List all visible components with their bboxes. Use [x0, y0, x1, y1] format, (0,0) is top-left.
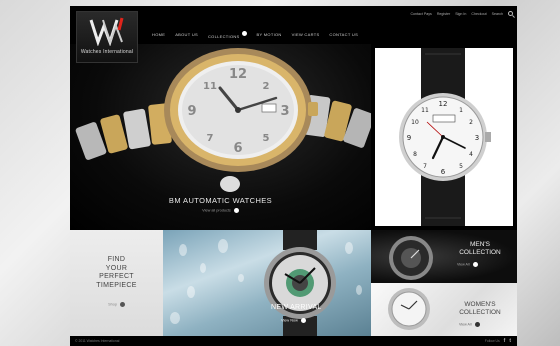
svg-text:6: 6: [441, 168, 446, 176]
find-line-1: FIND: [107, 256, 126, 263]
mens-view-all[interactable]: View All: [457, 262, 478, 267]
svg-text:9: 9: [407, 134, 411, 142]
footer: © 2011 Watches International Follow Us f…: [70, 336, 517, 346]
svg-text:5: 5: [459, 163, 463, 170]
tile-womens-collection[interactable]: WOMEN'S COLLECTION View All: [371, 283, 517, 336]
mens-title: MEN'S COLLECTION: [447, 241, 513, 257]
svg-text:9: 9: [187, 104, 196, 119]
womens-title: WOMEN'S COLLECTION: [447, 301, 513, 317]
logo-mark-icon: [89, 17, 124, 46]
mens-link-label: View All: [457, 262, 470, 267]
nav-item-contact-us[interactable]: CONTACT US: [329, 32, 358, 37]
hero-title: BM AUTOMATIC WATCHES: [168, 196, 273, 205]
find-line-4: TIMEPIECE: [96, 281, 137, 289]
svg-text:2: 2: [469, 119, 473, 126]
svg-text:3: 3: [475, 134, 479, 142]
womens-link-label: View All: [459, 322, 472, 327]
facebook-icon[interactable]: f: [504, 338, 506, 344]
hero-link-label: View all products: [202, 208, 231, 213]
mens-watch-image: [389, 236, 433, 280]
womens-view-all[interactable]: View All: [459, 322, 480, 327]
logo-text: Watches International: [80, 49, 134, 55]
womens-watch-image: [388, 288, 430, 330]
womens-arrow-icon[interactable]: [474, 322, 480, 327]
svg-text:8: 8: [413, 151, 417, 158]
featured-product[interactable]: 12 3 6 9 1 2 4 5 7 8 10 11: [371, 44, 517, 230]
mens-arrow-icon[interactable]: [472, 262, 478, 267]
hero-watch-image: 12 3 6 9 2 11 5 7: [75, 48, 371, 192]
follow-label: Follow Us: [484, 339, 500, 343]
find-line-3: PERFECT: [99, 273, 134, 280]
collections-dropdown-icon[interactable]: [241, 31, 247, 37]
utility-links: Contact Pays Register Sign In Checkout S…: [410, 11, 513, 16]
follow-us: Follow Us f t: [485, 338, 511, 344]
copyright: © 2011 Watches International: [75, 339, 120, 343]
arrival-link-label: View Now: [281, 318, 298, 323]
util-sign-in[interactable]: Sign In: [455, 12, 466, 16]
find-link-label: Shop: [108, 302, 117, 307]
svg-text:12: 12: [229, 67, 247, 82]
util-register[interactable]: Register: [437, 12, 450, 16]
tile-mens-collection[interactable]: MEN'S COLLECTION View All: [371, 230, 517, 283]
util-search[interactable]: Search: [492, 12, 503, 16]
nav-item-collections[interactable]: COLLECTIONS: [208, 34, 240, 39]
svg-text:11: 11: [421, 107, 429, 114]
find-arrow-icon[interactable]: [119, 302, 125, 307]
nav-item-by-motion[interactable]: BY MOTION: [257, 32, 282, 37]
svg-text:6: 6: [233, 141, 242, 156]
svg-text:12: 12: [439, 100, 448, 108]
header: Watches International HOME ABOUT US COLL…: [70, 6, 517, 63]
svg-text:11: 11: [203, 81, 217, 92]
svg-text:7: 7: [207, 133, 214, 144]
hero-banner[interactable]: 12 3 6 9 2 11 5 7 BM AUTOMATIC WATCHES V…: [70, 44, 371, 230]
page: Watches International HOME ABOUT US COLL…: [70, 6, 517, 346]
nav-item-about-us[interactable]: ABOUT US: [175, 32, 198, 37]
nav-item-collections-wrap: COLLECTIONS: [208, 25, 247, 43]
svg-text:5: 5: [263, 133, 270, 144]
main-nav: HOME ABOUT US COLLECTIONS BY MOTION VIEW…: [152, 25, 358, 43]
featured-product-frame: 12 3 6 9 1 2 4 5 7 8 10 11: [375, 48, 513, 226]
hero-arrow-icon[interactable]: [233, 208, 239, 213]
mens-title-line-1: MEN'S: [469, 241, 491, 248]
util-contact[interactable]: Contact Pays: [410, 12, 431, 16]
arrival-view-link[interactable]: View Now: [281, 318, 306, 323]
nav-item-home[interactable]: HOME: [152, 32, 165, 37]
svg-text:2: 2: [263, 81, 270, 92]
svg-text:7: 7: [423, 163, 427, 170]
twitter-icon[interactable]: t: [509, 338, 511, 344]
tile-find-timepiece[interactable]: FIND YOUR PERFECT TIMEPIECE Shop: [70, 230, 163, 336]
water-drops-image: [170, 230, 362, 336]
svg-text:1: 1: [459, 107, 463, 114]
womens-title-line-1: WOMEN'S: [464, 301, 496, 308]
svg-text:3: 3: [280, 104, 289, 119]
svg-text:10: 10: [411, 119, 419, 126]
nav-item-view-carts[interactable]: VIEW CARTS: [292, 32, 320, 37]
tile-new-arrival[interactable]: NEW ARRIVAL View Now: [163, 230, 371, 336]
hero-caption: BM AUTOMATIC WATCHES View all products: [70, 196, 371, 213]
hero-view-all[interactable]: View all products: [70, 208, 371, 213]
find-shop-link[interactable]: Shop: [70, 302, 163, 307]
featured-watch-image: 12 3 6 9 1 2 4 5 7 8 10 11: [399, 48, 491, 226]
arrival-arrow-icon[interactable]: [300, 318, 306, 323]
find-line-2: YOUR: [105, 264, 128, 272]
util-checkout[interactable]: Checkout: [471, 12, 486, 16]
svg-text:4: 4: [469, 151, 473, 158]
womens-title-line-2: COLLECTION: [459, 309, 501, 316]
find-heading: FIND YOUR PERFECT TIMEPIECE: [70, 256, 163, 290]
logo[interactable]: Watches International: [76, 11, 138, 63]
mens-title-line-2: COLLECTION: [459, 249, 501, 256]
arrival-title: NEW ARRIVAL: [271, 304, 322, 311]
search-icon[interactable]: [508, 11, 513, 16]
